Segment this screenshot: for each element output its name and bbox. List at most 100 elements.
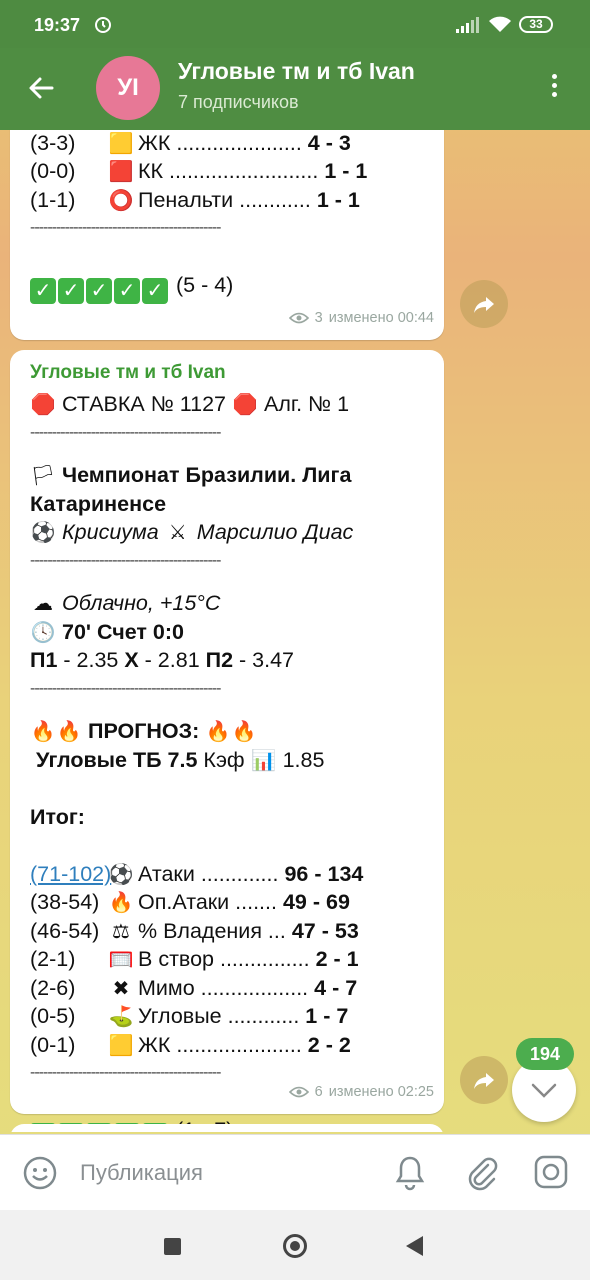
fire-icon: 🔥	[231, 721, 257, 743]
stat-row: (0-1) 🟨 ЖК ..................... 2 - 2	[30, 1031, 430, 1060]
stat-emoji-icon: ⛳	[108, 1006, 134, 1028]
stat-value: 47 - 53	[291, 918, 359, 943]
stat-value: 96 - 134	[284, 861, 364, 886]
stat-emoji-icon: 🔥	[108, 892, 134, 914]
fire-icon: 🔥	[56, 721, 82, 743]
stat-value: 4 - 3	[307, 130, 351, 155]
stat-value: 2 - 2	[307, 1032, 351, 1057]
stat-value: 1 - 7	[305, 1004, 349, 1028]
subscriber-count: 7 подписчиков	[178, 92, 299, 112]
battery-icon: 33	[519, 16, 553, 33]
sender-name[interactable]: Угловые тм и тб Ivan	[30, 356, 430, 390]
x-odds: - 2.81	[138, 648, 206, 672]
league-line: 🏳 Чемпионат Бразилии. Лига	[30, 461, 430, 490]
soccer-ball-icon: ⚽	[30, 522, 56, 544]
stat-score: (0-5)	[30, 1004, 76, 1028]
stat-row: (0-5) ⛳ Угловые ............ 1 - 7	[30, 1002, 430, 1031]
time-score: 70' Счет 0:0	[61, 619, 184, 644]
result-heading: Итог:	[30, 803, 430, 832]
status-bar: 19:37 33	[0, 0, 590, 48]
back-arrow-icon[interactable]	[22, 68, 62, 108]
stat-value: 4 - 7	[314, 975, 358, 1000]
channel-header: УI Угловые тм и тб Ivan 7 подписчиков	[0, 48, 590, 130]
message-bubble[interactable]	[10, 1124, 444, 1132]
bet-text: Угловые ТБ 7.5	[35, 747, 198, 772]
stat-emoji-icon: ⚽	[108, 863, 134, 886]
stat-emoji-icon: ⚖	[112, 920, 130, 943]
stat-label: КК .........................	[138, 159, 319, 183]
stat-emoji-icon: 🟥	[108, 161, 134, 183]
stat-emoji-icon: ✖	[112, 977, 130, 1000]
share-icon	[474, 297, 494, 313]
unread-badge[interactable]: 194	[516, 1038, 574, 1070]
attach-icon[interactable]	[466, 1155, 498, 1191]
message-meta: 6 изменено 02:25	[288, 1078, 434, 1107]
stat-row: (38-54) 🔥 Оп.Атаки ....... 49 - 69	[30, 888, 430, 917]
stat-row: (3-3) 🟨 ЖК ..................... 4 - 3	[30, 130, 430, 157]
eye-icon	[288, 1086, 309, 1098]
battery-level: 33	[529, 17, 543, 31]
view-count: 6	[314, 1083, 323, 1100]
stat-row: (2-6) ✖ Мимо .................. 4 - 7	[30, 974, 430, 1003]
p2-label: П2	[205, 648, 234, 672]
p1-label: П1	[30, 648, 58, 672]
clock-icon: 🕓	[30, 621, 56, 644]
league-name-cont: Катариненсе	[30, 491, 167, 516]
stat-value: 49 - 69	[282, 890, 350, 914]
stat-value: 1 - 1	[316, 187, 360, 212]
share-button[interactable]	[460, 280, 508, 328]
share-button[interactable]	[460, 1056, 508, 1104]
stat-row: (71-102)⚽ Атаки ............. 96 - 134	[30, 860, 430, 889]
stats-list: (71-102)⚽ Атаки ............. 96 - 134 (38…	[30, 860, 430, 1060]
weather-text: Облачно, +15°C	[61, 591, 221, 615]
camera-icon[interactable]	[534, 1155, 568, 1189]
stat-row: (46-54) ⚖ % Владения ... 47 - 53	[30, 917, 430, 946]
stat-label: Угловые ............	[138, 1004, 300, 1028]
emoji-icon[interactable]	[22, 1155, 58, 1191]
algorithm-number: Алг. № 1	[263, 392, 350, 416]
stat-score: (3-3)	[30, 130, 76, 155]
channel-avatar[interactable]: УI	[96, 56, 160, 120]
message-bubble[interactable]: (4-3)⛳Угловые ............ 5 - 4(3-3)🟨ЖК…	[10, 130, 444, 340]
message-feed[interactable]: (4-3)⛳Угловые ............ 5 - 4(3-3)🟨ЖК…	[0, 130, 590, 1132]
input-bar: Публикация	[0, 1134, 590, 1210]
result-line: ✓ ✓ ✓ ✓ ✓ (5 - 4)	[30, 271, 430, 304]
stat-row: (2-1) 🥅 В створ ............... 2 - 1	[30, 945, 430, 974]
message-input[interactable]: Публикация	[80, 1160, 203, 1186]
forecast-label: ПРОГНОЗ:	[87, 719, 200, 743]
fire-icon: 🔥	[30, 721, 56, 743]
channel-title[interactable]: Угловые тм и тб Ivan	[178, 58, 415, 85]
bell-icon[interactable]	[394, 1155, 426, 1191]
stat-row: (0-0) 🟥 КК ......................... 1 - 1	[30, 157, 430, 186]
divider: ----------------------------------------…	[30, 219, 221, 236]
p2-odds: - 3.47	[233, 648, 295, 672]
stake-number: СТАВКА № 1127	[61, 392, 227, 416]
kef-value: 1.85	[282, 747, 325, 772]
crossed-swords-icon: ⚔	[168, 522, 187, 544]
chevron-down-icon	[531, 1083, 557, 1098]
match-line: ⚽ Крисиума ⚔ Марсилио Диас	[30, 518, 430, 547]
home-team: Крисиума	[61, 520, 159, 544]
kef-label: Кэф	[203, 747, 245, 772]
stat-label: Оп.Атаки .......	[138, 890, 277, 914]
menu-icon[interactable]	[542, 70, 566, 106]
stat-value: 2 - 1	[315, 947, 359, 971]
edited-time: изменено 02:25	[328, 1083, 434, 1100]
message-meta: 3 изменено 00:44	[288, 304, 434, 333]
recents-icon[interactable]	[164, 1238, 181, 1255]
time-score-line: 🕓 70' Счет 0:0	[30, 618, 430, 647]
message-bubble[interactable]: Угловые тм и тб Ivan 🛑 СТАВКА № 1127 🛑 А…	[10, 350, 444, 1132]
stat-score[interactable]: (71-102)	[30, 860, 111, 889]
eye-icon	[288, 312, 309, 324]
stat-label: % Владения ...	[138, 918, 286, 943]
alarm-icon	[95, 17, 111, 33]
stat-label: Мимо ..................	[138, 975, 309, 1000]
home-icon[interactable]	[283, 1234, 307, 1258]
stop-sign-icon: 🛑	[30, 394, 56, 416]
cloud-icon: ☁	[33, 593, 53, 615]
stat-score: (46-54)	[30, 918, 100, 943]
stat-score: (2-6)	[30, 975, 76, 1000]
back-nav-icon[interactable]	[406, 1236, 423, 1256]
fire-icon: 🔥	[205, 721, 231, 743]
stat-label: ЖК .....................	[138, 130, 302, 155]
